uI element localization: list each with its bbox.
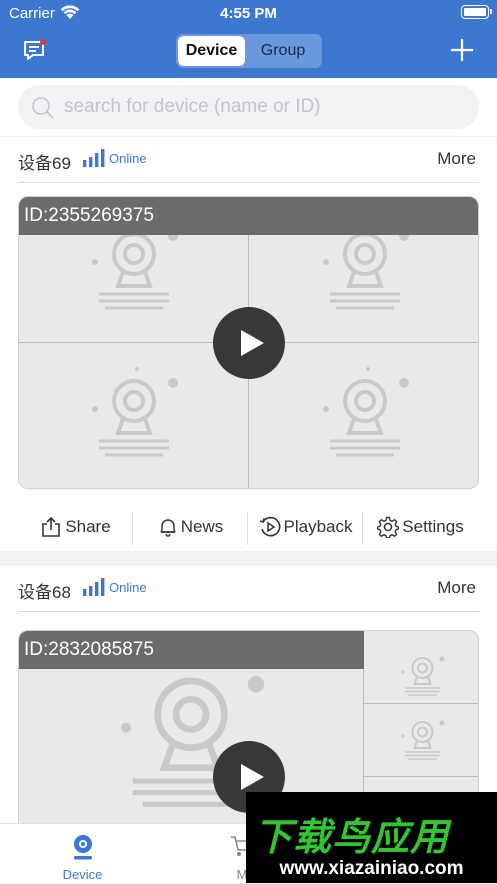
tab-device-bottom[interactable]: Device <box>30 824 135 884</box>
video-preview[interactable]: ID:2355269375 <box>18 196 479 489</box>
device-name: 设备68 <box>18 583 71 602</box>
camera-cell[interactable] <box>249 343 478 488</box>
share-button[interactable]: Share <box>18 502 133 552</box>
add-icon[interactable] <box>450 38 474 62</box>
device-header: 设备69 Online More <box>0 137 497 183</box>
playback-label: Playback <box>283 517 353 536</box>
status-bar: Carrier 4:55 PM <box>0 0 497 26</box>
camera-cell[interactable] <box>364 704 478 777</box>
playback-button[interactable]: Playback <box>248 502 363 552</box>
more-button[interactable]: More <box>437 578 476 598</box>
top-nav-bar: Device Group <box>0 26 497 78</box>
clock: 4:55 PM <box>220 5 277 22</box>
search-bar: search for device (name or ID) <box>0 78 497 136</box>
more-button[interactable]: More <box>437 149 476 169</box>
device-id-label: ID:2832085875 <box>19 631 364 669</box>
device-actions: Share News Playback Settings <box>0 502 497 552</box>
share-label: Share <box>65 517 111 536</box>
share-icon <box>42 516 61 537</box>
search-icon <box>32 97 54 119</box>
settings-label: Settings <box>402 517 464 536</box>
camera-cell[interactable] <box>19 343 249 488</box>
status-badge: Online <box>109 580 147 595</box>
battery-icon <box>461 5 492 19</box>
tab-device[interactable]: Device <box>178 36 245 66</box>
watermark-title: 下载鸟应用 <box>254 817 450 859</box>
device-card: 设备69 Online More ID:2355269375 Share New… <box>0 137 497 551</box>
device-name: 设备69 <box>18 154 71 173</box>
signal-icon <box>83 149 105 167</box>
camera-placeholder-icon <box>401 720 444 760</box>
camera-icon <box>73 835 92 860</box>
device-group-switch: Device Group <box>176 34 322 68</box>
news-label: News <box>180 517 224 536</box>
watermark: 下载鸟应用 www.xiazainiao.com <box>246 792 497 883</box>
settings-button[interactable]: Settings <box>363 502 478 552</box>
news-button[interactable]: News <box>133 502 248 552</box>
tab-group[interactable]: Group <box>246 36 320 66</box>
search-input[interactable]: search for device (name or ID) <box>18 85 479 129</box>
watermark-url: www.xiazainiao.com <box>279 858 464 879</box>
camera-cell[interactable] <box>364 631 478 704</box>
divider <box>18 611 479 612</box>
gear-icon <box>377 516 400 538</box>
search-placeholder: search for device (name or ID) <box>64 96 321 117</box>
message-icon[interactable] <box>22 39 48 63</box>
status-badge: Online <box>109 151 147 166</box>
play-button[interactable] <box>213 307 285 379</box>
camera-placeholder-icon <box>322 366 409 456</box>
device-header: 设备68 Online More <box>0 566 497 612</box>
device-card: 设备68 Online More ID:2832085875 <box>0 566 497 824</box>
divider <box>18 182 479 183</box>
camera-placeholder-icon <box>91 366 178 456</box>
camera-placeholder-icon <box>401 656 444 696</box>
device-id-label: ID:2355269375 <box>19 197 478 235</box>
tab-device-label: Device <box>62 867 103 882</box>
signal-icon <box>83 578 105 596</box>
playback-icon <box>259 516 280 537</box>
bell-icon <box>160 519 176 537</box>
